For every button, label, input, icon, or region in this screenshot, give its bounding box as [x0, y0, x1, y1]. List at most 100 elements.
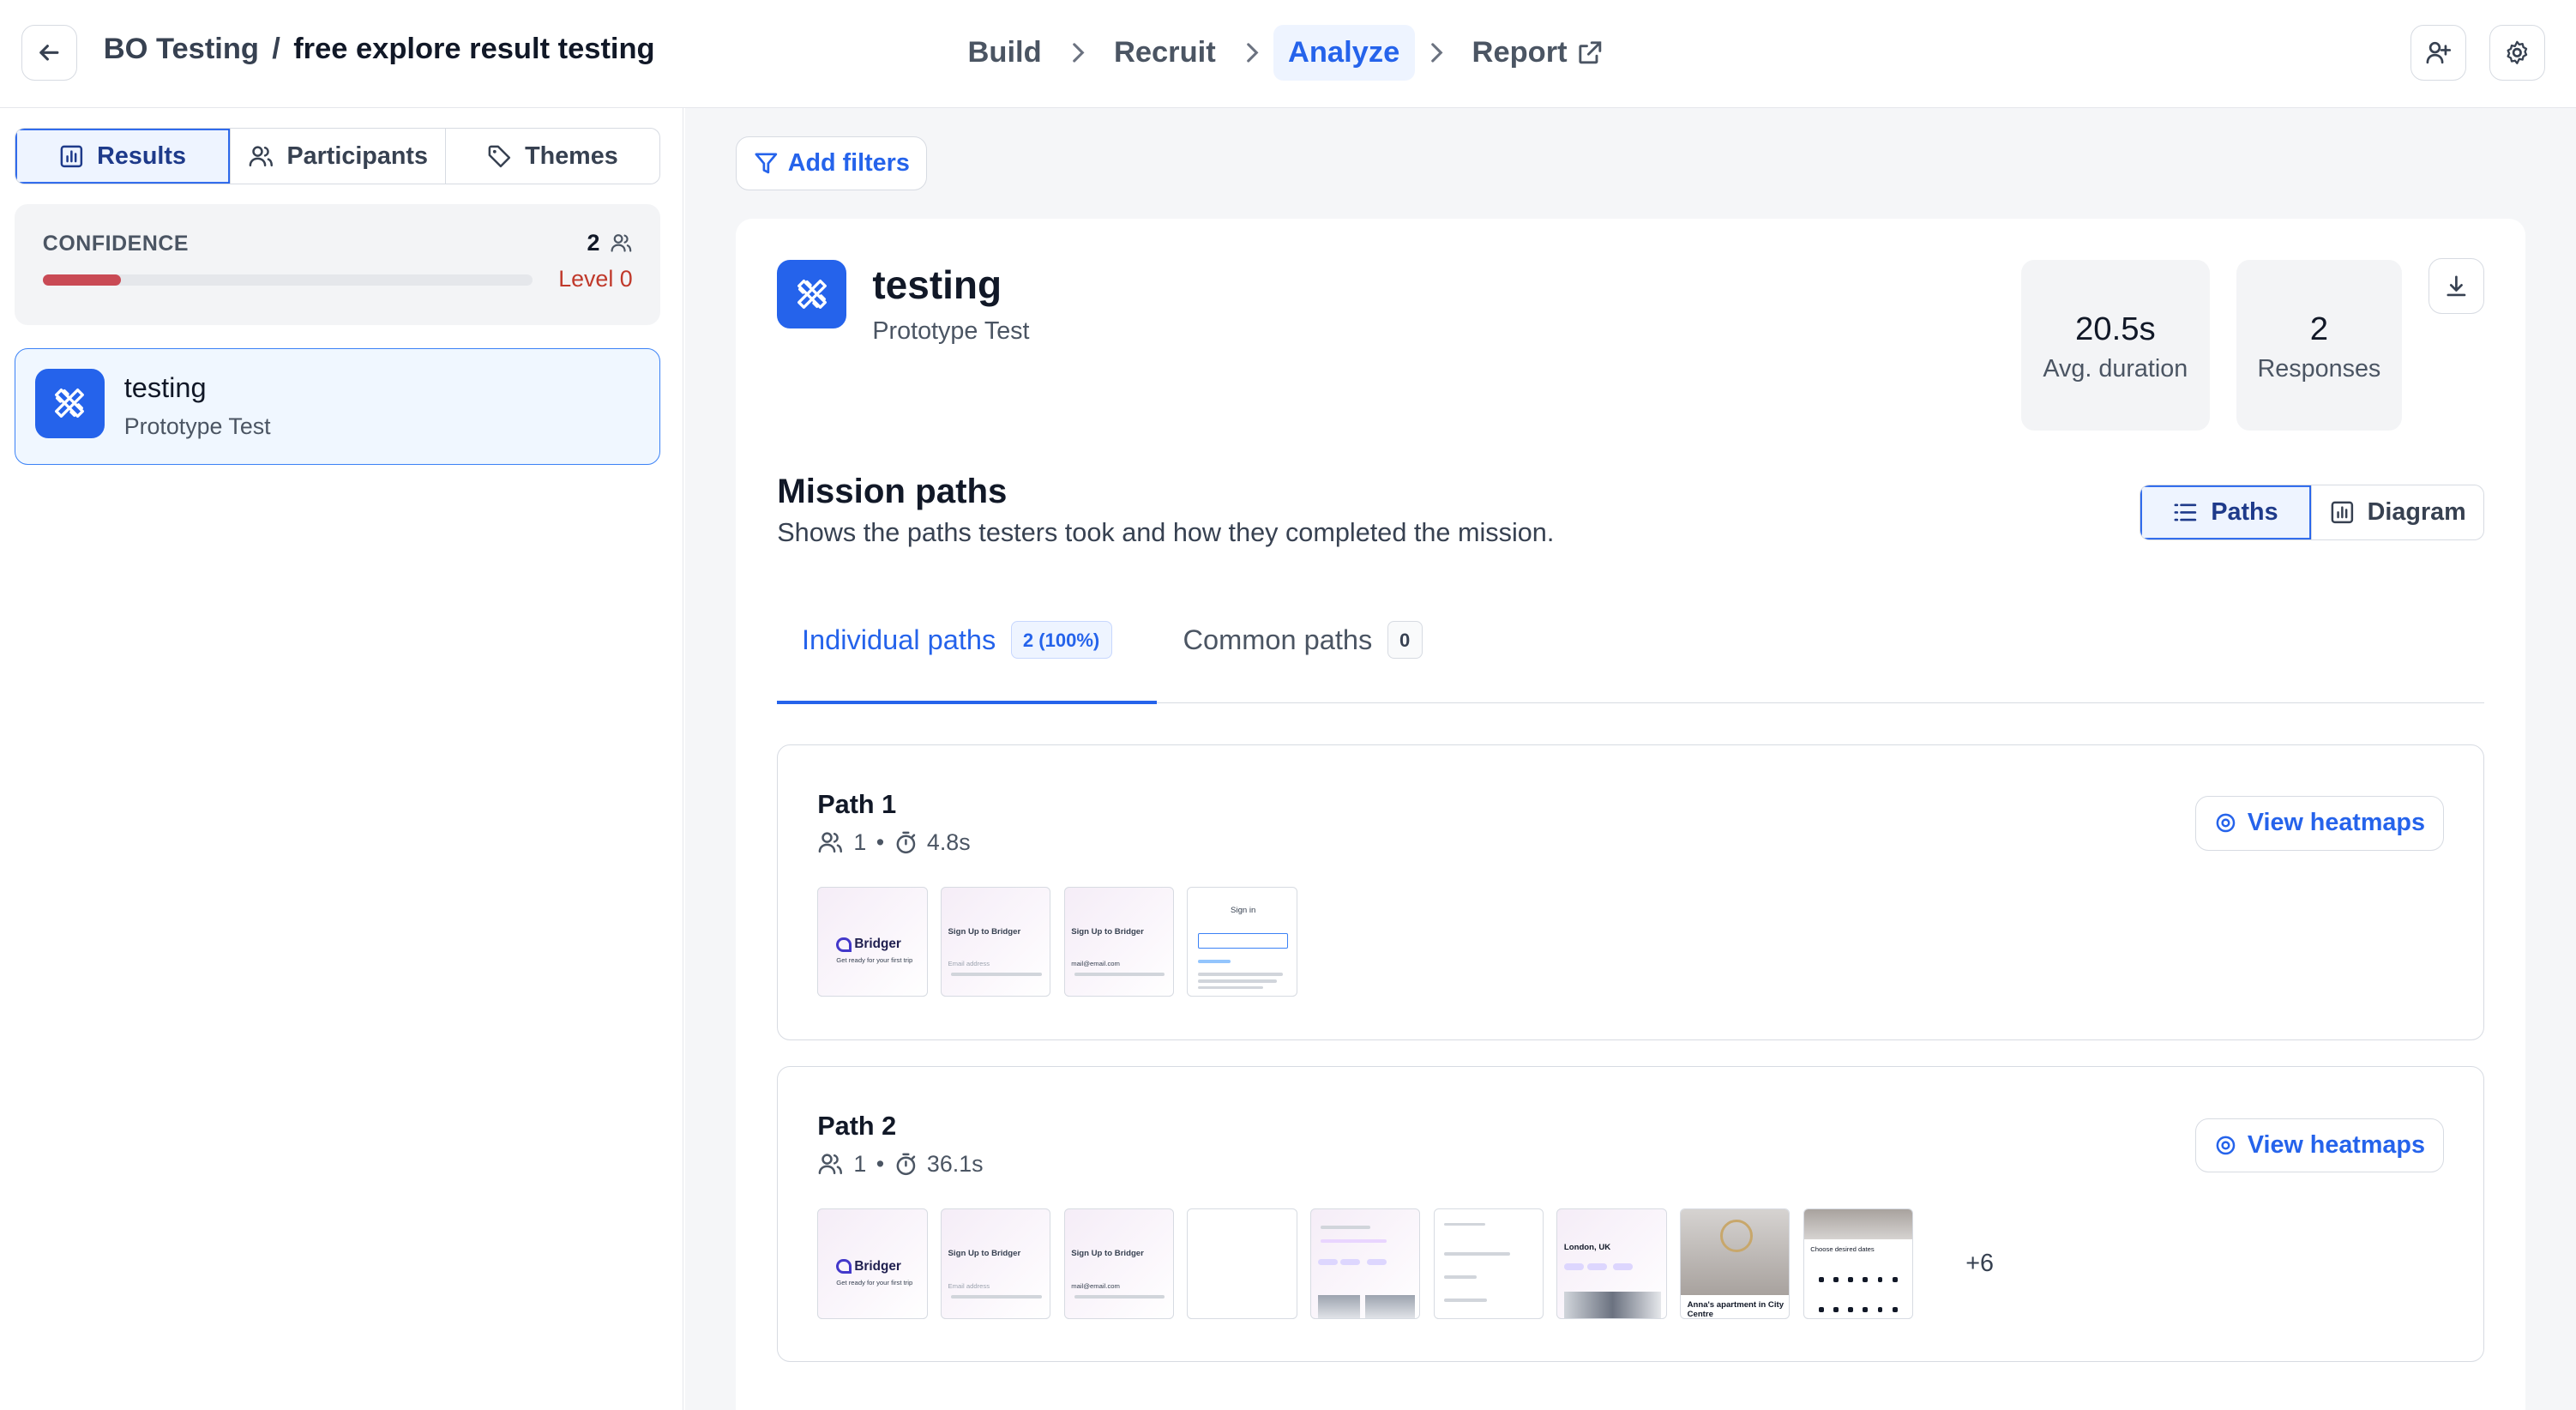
step-report[interactable]: Report	[1457, 25, 1618, 81]
thumb-signin: Sign in	[1231, 905, 1256, 915]
stat-value: 2	[2309, 310, 2329, 348]
tab-common-paths-label: Common paths	[1183, 624, 1373, 655]
path-meta: 1 • 4.8s	[817, 829, 971, 856]
page: BO Testing / free explore result testing…	[0, 0, 2576, 1410]
add-filters-button[interactable]: Add filters	[736, 136, 927, 191]
screen-thumbnail[interactable]: Sign Up to Bridger mail@email.com	[1063, 886, 1174, 997]
screen-thumbnail[interactable]: Anna's apartment in City Centre	[1679, 1208, 1791, 1319]
thumb-input	[1197, 933, 1289, 949]
users-icon	[818, 1154, 843, 1175]
screen-thumbnail[interactable]: Sign in	[1187, 886, 1297, 997]
tab-participants[interactable]: Participants	[229, 129, 445, 184]
section-title: Mission paths	[777, 471, 1008, 510]
thumb-photo	[1317, 1294, 1361, 1318]
path-user-count: 1	[853, 829, 867, 855]
users-icon	[818, 832, 843, 853]
diagram-view-button[interactable]: Diagram	[2311, 485, 2483, 540]
arrow-left-icon	[39, 45, 59, 61]
step-build[interactable]: Build	[953, 25, 1056, 81]
thumb-email-label: Email address	[948, 1281, 990, 1290]
sidebar: Results Participants Themes CONFIDENCE 2…	[0, 108, 684, 1410]
step-recruit[interactable]: Recruit	[1099, 25, 1231, 81]
active-tab-indicator	[777, 701, 1157, 704]
paths-view-label: Paths	[2211, 498, 2278, 527]
tab-themes-label: Themes	[525, 142, 618, 170]
screen-thumbnail[interactable]: Bridger Get ready for your first trip	[817, 886, 928, 997]
stat-label: Responses	[2257, 354, 2381, 383]
download-button[interactable]	[2428, 257, 2484, 314]
path-title: Path 2	[817, 1112, 897, 1142]
thumb-chip	[1586, 1263, 1607, 1271]
breadcrumb-project[interactable]: BO Testing	[104, 33, 259, 65]
thumb-signup: Sign Up to Bridger	[948, 1249, 1021, 1259]
tab-results[interactable]: Results	[15, 129, 230, 184]
chevron-right-icon	[1415, 41, 1458, 64]
screen-thumbnail[interactable]	[1433, 1208, 1544, 1319]
screen-thumbnail[interactable]: Choose desired dates	[1803, 1208, 1913, 1319]
screen-thumbnail[interactable]: Sign Up to Bridger Email address	[940, 886, 1051, 997]
view-heatmaps-button[interactable]: View heatmaps	[2195, 796, 2444, 851]
confidence-count-value: 2	[587, 230, 600, 256]
screen-thumbnail[interactable]	[1309, 1208, 1421, 1319]
download-icon	[2447, 275, 2466, 297]
tab-individual-paths[interactable]: Individual paths 2 (100%)	[801, 621, 1112, 660]
bar-chart-icon	[60, 145, 83, 167]
thumb-brand: Bridger	[854, 1258, 901, 1274]
thumb-signup: Sign Up to Bridger	[948, 926, 1021, 937]
tab-individual-paths-label: Individual paths	[801, 624, 996, 655]
step-build-label: Build	[967, 35, 1042, 69]
top-bar: BO Testing / free explore result testing…	[0, 0, 2576, 109]
thumb-signup: Sign Up to Bridger	[1071, 926, 1144, 937]
bridger-logo: Bridger	[836, 937, 901, 952]
thumb-dates: Choose desired dates	[1810, 1245, 1875, 1254]
diagram-view-label: Diagram	[2367, 498, 2466, 527]
paths-view-button[interactable]: Paths	[2140, 485, 2312, 540]
settings-button[interactable]	[2489, 24, 2545, 81]
block-type: Prototype Test	[872, 316, 1030, 345]
screen-thumbnail[interactable]	[1187, 1208, 1297, 1319]
thumb-chip	[1563, 1263, 1584, 1271]
thumb-text-line	[1444, 1274, 1478, 1279]
confidence-count: 2	[587, 230, 632, 256]
thumb-text-line	[1444, 1222, 1485, 1226]
stat-label: Avg. duration	[2043, 354, 2188, 383]
back-button[interactable]	[21, 24, 78, 81]
view-heatmaps-button[interactable]: View heatmaps	[2195, 1118, 2444, 1173]
invite-user-button[interactable]	[2410, 24, 2466, 81]
thumb-calendar-grid	[1814, 1262, 1904, 1318]
users-icon	[249, 146, 273, 166]
screen-thumbnail[interactable]: London, UK	[1556, 1208, 1667, 1319]
thumb-photo	[1563, 1292, 1661, 1318]
list-icon	[2174, 503, 2197, 521]
path-meta: 1 • 36.1s	[817, 1151, 984, 1178]
thumb-text-line	[1444, 1252, 1510, 1256]
thumb-text-line	[1197, 985, 1264, 990]
screen-thumbnail[interactable]: Sign Up to Bridger mail@email.com	[1063, 1208, 1174, 1319]
thumb-divider	[951, 1294, 1042, 1299]
tab-common-paths[interactable]: Common paths 0	[1183, 621, 1423, 660]
thumb-brand: Bridger	[854, 937, 901, 952]
thumb-signup: Sign Up to Bridger	[1071, 1249, 1144, 1259]
tab-themes[interactable]: Themes	[444, 129, 660, 184]
filter-icon	[755, 153, 777, 174]
path-user-count: 1	[853, 1151, 867, 1178]
bar-chart-icon	[2331, 502, 2353, 524]
heatmap-icon	[2216, 1136, 2235, 1155]
tab-participants-label: Participants	[286, 142, 428, 170]
path-card: Path 1 1 • 4.8s View heatmaps Bridger Ge…	[777, 744, 2484, 1040]
task-type: Prototype Test	[123, 413, 271, 439]
tab-results-label: Results	[97, 142, 186, 170]
screen-thumbnail[interactable]: Sign Up to Bridger Email address	[940, 1208, 1051, 1319]
tab-count-badge: 2 (100%)	[1010, 621, 1112, 660]
heatmap-icon	[2216, 814, 2235, 833]
more-screens-count[interactable]: +6	[1965, 1250, 1994, 1278]
user-plus-icon	[2426, 41, 2452, 64]
confidence-progress-bar	[42, 274, 533, 286]
confidence-panel: CONFIDENCE 2 Level 0	[15, 203, 661, 326]
external-link-icon	[1579, 41, 1602, 64]
step-analyze[interactable]: Analyze	[1273, 24, 1415, 81]
task-card[interactable]: testing Prototype Test	[15, 348, 661, 466]
screen-thumbnail[interactable]: Bridger Get ready for your first trip	[817, 1208, 928, 1319]
step-report-label: Report	[1472, 35, 1568, 69]
section-subtitle: Shows the paths testers took and how the…	[777, 517, 1555, 547]
